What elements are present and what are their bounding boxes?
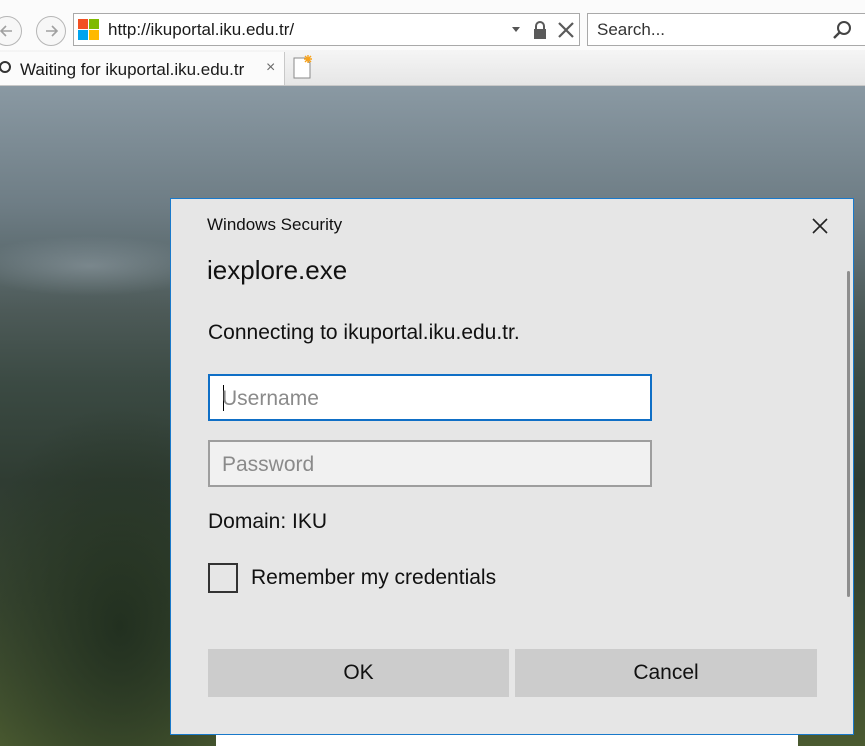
new-tab-icon bbox=[293, 55, 312, 79]
remember-credentials-checkbox[interactable] bbox=[208, 563, 238, 593]
search-input[interactable]: Search... bbox=[597, 20, 665, 40]
search-box[interactable]: Search... bbox=[587, 13, 865, 46]
arrow-right-icon bbox=[46, 25, 59, 37]
lock-icon[interactable] bbox=[532, 20, 548, 40]
address-url[interactable]: http://ikuportal.iku.edu.tr/ bbox=[108, 20, 294, 40]
ok-button[interactable]: OK bbox=[208, 649, 509, 697]
windows-security-dialog: Windows Security iexplore.exe Connecting… bbox=[170, 198, 854, 735]
username-input[interactable]: Username bbox=[208, 374, 652, 421]
tab-close-icon[interactable]: × bbox=[266, 59, 275, 77]
close-icon bbox=[812, 218, 828, 234]
address-bar[interactable]: http://ikuportal.iku.edu.tr/ bbox=[73, 13, 580, 46]
dialog-app-name: iexplore.exe bbox=[207, 255, 348, 285]
dropdown-arrow-icon[interactable] bbox=[510, 23, 522, 35]
microsoft-logo-icon bbox=[78, 19, 100, 41]
new-tab-button[interactable] bbox=[286, 52, 318, 84]
password-placeholder: Password bbox=[222, 453, 315, 476]
dialog-caption: Windows Security bbox=[207, 215, 343, 234]
tab-title: Waiting for ikuportal.iku.edu.tr bbox=[20, 60, 245, 79]
username-placeholder: Username bbox=[222, 387, 319, 410]
forward-button[interactable] bbox=[36, 16, 66, 46]
dialog-close-button[interactable] bbox=[807, 213, 833, 239]
domain-label: Domain: IKU bbox=[208, 510, 328, 533]
tab-active[interactable]: Waiting for ikuportal.iku.edu.tr × bbox=[0, 52, 285, 85]
search-icon[interactable] bbox=[832, 20, 852, 40]
back-button[interactable] bbox=[0, 16, 22, 46]
dialog-scrollbar[interactable] bbox=[847, 271, 850, 597]
remember-credentials-label[interactable]: Remember my credentials bbox=[251, 566, 496, 590]
cancel-button[interactable]: Cancel bbox=[515, 649, 817, 697]
browser-nav-bar: http://ikuportal.iku.edu.tr/ Search... bbox=[0, 0, 865, 50]
password-input[interactable]: Password bbox=[208, 440, 652, 487]
loading-spinner-icon bbox=[0, 61, 11, 73]
arrow-left-icon bbox=[0, 25, 12, 37]
dialog-message: Connecting to ikuportal.iku.edu.tr. bbox=[208, 321, 520, 344]
tab-bar: Waiting for ikuportal.iku.edu.tr × bbox=[0, 50, 865, 86]
stop-loading-icon[interactable] bbox=[556, 20, 576, 40]
